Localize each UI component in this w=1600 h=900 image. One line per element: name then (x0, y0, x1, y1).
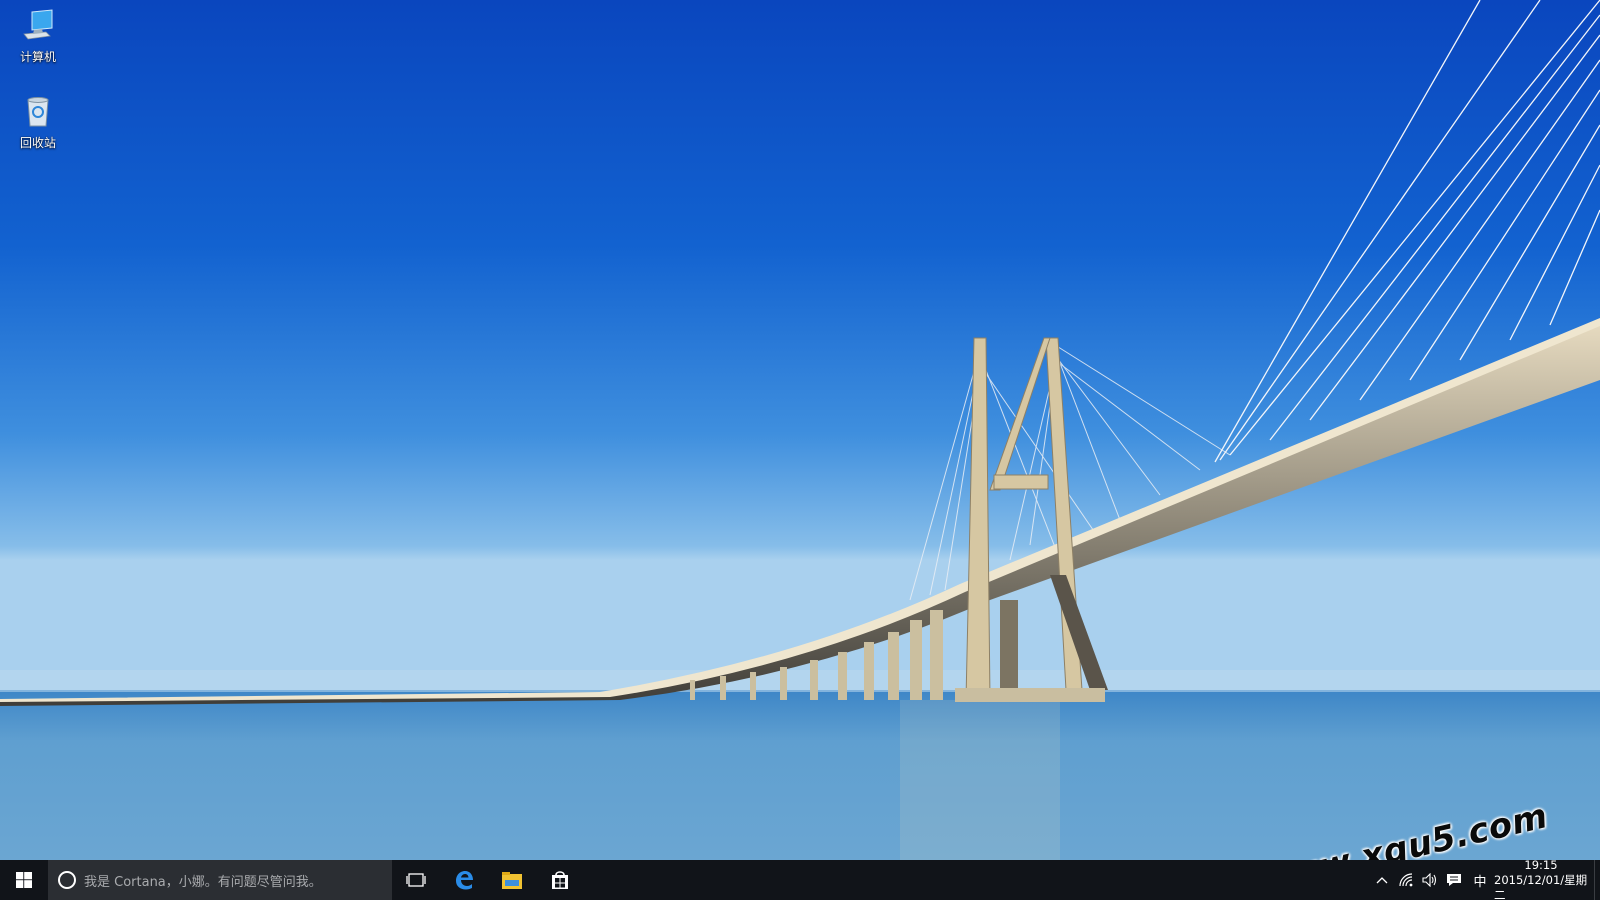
system-tray: 中 19:15 2015/12/01/星期二 (1370, 857, 1600, 900)
start-button[interactable] (0, 860, 48, 900)
task-view-icon (406, 873, 426, 887)
action-center-button[interactable] (1442, 860, 1466, 900)
show-hidden-icons-button[interactable] (1370, 860, 1394, 900)
cortana-icon (58, 871, 76, 889)
wallpaper-image (0, 0, 1600, 860)
file-explorer-icon (502, 872, 522, 889)
edge-browser-icon (456, 871, 473, 890)
computer-icon (23, 9, 53, 40)
desktop-icon-recycle-bin[interactable]: 回收站 (8, 92, 68, 158)
file-explorer-button[interactable] (488, 860, 536, 900)
search-placeholder: 我是 Cortana，小娜。有问题尽管问我。 (84, 874, 322, 890)
store-button[interactable] (536, 860, 584, 900)
desktop-icon-label: 计算机 (19, 50, 56, 64)
notification-icon (1447, 874, 1461, 886)
speaker-icon (1422, 873, 1437, 887)
store-icon (552, 871, 568, 889)
taskbar: 我是 Cortana，小娜。有问题尽管问我。 中 19:15 2015/12/0… (0, 857, 1600, 900)
volume-button[interactable] (1418, 860, 1442, 900)
clock-time: 19:15 (1524, 857, 1558, 872)
cortana-search-box[interactable]: 我是 Cortana，小娜。有问题尽管问我。 (48, 860, 392, 900)
desktop[interactable]: 计算机 回收站 兴趣屋 www.xqu5.com (0, 0, 1600, 860)
recycle-bin-icon (27, 97, 49, 127)
task-view-button[interactable] (392, 860, 440, 900)
chevron-up-icon (1376, 877, 1388, 884)
input-method-button[interactable]: 中 (1466, 860, 1494, 900)
show-desktop-button[interactable] (1594, 860, 1600, 900)
network-icon (1399, 873, 1413, 887)
clock[interactable]: 19:15 2015/12/01/星期二 (1494, 857, 1588, 900)
clock-date: 2015/12/01/星期二 (1494, 872, 1588, 900)
desktop-icon-label: 回收站 (19, 136, 56, 150)
edge-browser-button[interactable] (440, 860, 488, 900)
windows-logo-icon (16, 872, 32, 888)
network-button[interactable] (1394, 860, 1418, 900)
desktop-icon-computer[interactable]: 计算机 (8, 6, 68, 72)
